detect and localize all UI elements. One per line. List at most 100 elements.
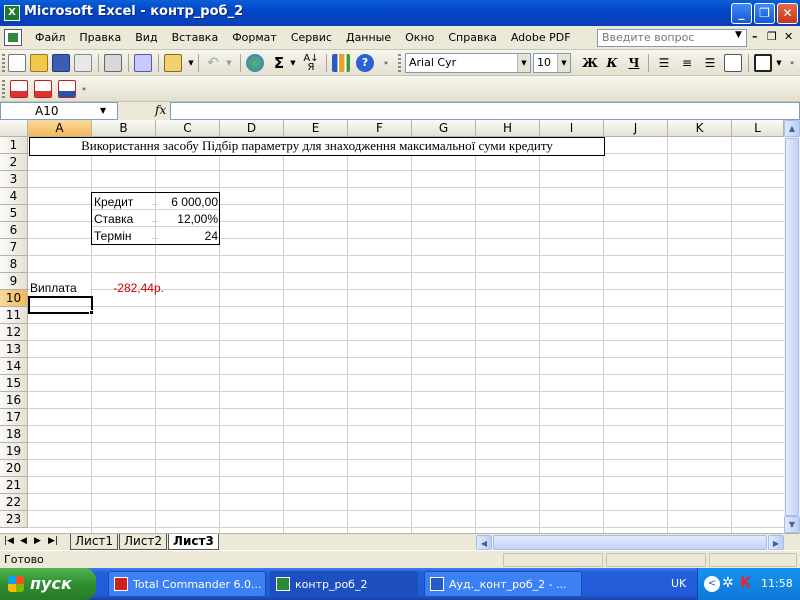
fill-handle[interactable] [89,310,94,315]
vertical-scroll-thumb[interactable] [785,138,799,516]
minimize-button[interactable]: _ [731,3,752,24]
cell-a9[interactable]: Виплата [30,280,90,296]
title-bar[interactable]: X Microsoft Excel - контр_роб_2 _ ❐ ✕ [0,0,800,26]
column-header[interactable]: J [604,120,668,137]
taskbar-item-excel[interactable]: контр_роб_2 [270,571,418,597]
chevron-down-icon[interactable]: ▼ [224,54,234,72]
column-header[interactable]: D [220,120,284,137]
column-header[interactable]: H [476,120,540,137]
vertical-scrollbar[interactable]: ▲ ▼ [784,120,800,533]
row-header[interactable]: 4 [0,188,28,205]
menu-adobe-pdf[interactable]: Adobe PDF [504,26,578,50]
taskbar-item-total-commander[interactable]: Total Commander 6.0... [108,571,266,597]
menu-data[interactable]: Данные [339,26,398,50]
paste-icon[interactable] [164,54,182,72]
column-header[interactable]: C [156,120,220,137]
research-icon[interactable] [134,54,152,72]
menu-insert[interactable]: Вставка [165,26,226,50]
toolbar-options-icon[interactable]: » [382,54,390,72]
sheet-tab-2[interactable]: Лист2 [119,534,168,550]
row-header[interactable]: 2 [0,154,28,171]
active-cell-a10[interactable] [28,296,93,314]
cell-b5[interactable]: Ставка [94,211,152,227]
bold-button[interactable]: Ж [580,54,600,72]
chevron-down-icon[interactable]: ▼ [100,106,106,115]
row-header[interactable]: 1 [0,137,28,154]
scroll-down-icon[interactable]: ▼ [784,516,800,533]
chart-wizard-icon[interactable] [332,54,350,72]
row-header[interactable]: 14 [0,358,28,375]
excel-app-icon[interactable]: X [4,5,20,21]
cell-a1-title[interactable]: Використання засобу Підбір параметру для… [29,137,605,156]
row-header[interactable]: 22 [0,494,28,511]
doc-minimize-button[interactable]: – [752,30,758,43]
antivirus-icon[interactable]: K [740,575,751,591]
cell-c4[interactable]: 6 000,00 [158,194,218,210]
taskbar-item-word[interactable]: Ауд._конт_роб_2 - ... [424,571,582,597]
row-header[interactable]: 18 [0,426,28,443]
menu-file[interactable]: Файл [28,26,72,50]
scroll-left-icon[interactable]: ◀ [476,535,492,550]
scroll-up-icon[interactable]: ▲ [784,120,800,137]
align-right-icon[interactable]: ☰ [700,54,720,72]
menu-view[interactable]: Вид [128,26,164,50]
back-arrow-icon[interactable]: < [704,576,720,592]
borders-icon[interactable] [754,54,772,72]
row-header[interactable]: 21 [0,477,28,494]
font-size-select[interactable]: 10 ▼ [533,53,571,73]
sheet-tab-3[interactable]: Лист3 [168,534,219,550]
align-left-icon[interactable]: ☰ [654,54,674,72]
row-header[interactable]: 17 [0,409,28,426]
start-button[interactable]: пуск [0,568,96,600]
horizontal-scroll-thumb[interactable] [493,535,767,550]
cell-c5[interactable]: 12,00% [158,211,218,227]
row-header[interactable]: 16 [0,392,28,409]
sort-ascending-icon[interactable]: А↓ Я [302,54,320,73]
menu-window[interactable]: Окно [398,26,441,50]
next-sheet-icon[interactable]: ▶ [34,536,41,546]
save-icon[interactable] [52,54,70,72]
row-header[interactable]: 23 [0,511,28,528]
new-document-icon[interactable] [8,54,26,72]
horizontal-scrollbar[interactable]: ◀ ▶ [476,535,784,550]
cell-b4[interactable]: Кредит [94,194,152,210]
row-header[interactable]: 5 [0,205,28,222]
doc-close-button[interactable]: ✕ [784,30,793,43]
print-icon[interactable] [104,54,122,72]
sheet-tab-1[interactable]: Лист1 [70,534,119,550]
menu-format[interactable]: Формат [225,26,284,50]
language-indicator[interactable]: UK [671,568,686,600]
row-header[interactable]: 19 [0,443,28,460]
row-header[interactable]: 8 [0,256,28,273]
select-all-corner[interactable] [0,120,28,137]
prev-sheet-icon[interactable]: ◀ [20,536,27,546]
convert-to-pdf-icon[interactable] [10,80,28,98]
chevron-down-icon[interactable]: ▼ [774,54,784,72]
help-icon[interactable]: ? [356,54,374,72]
row-header[interactable]: 13 [0,341,28,358]
font-name-select[interactable]: Arial Cyr ▼ [405,53,531,73]
help-question-input[interactable]: Введите вопрос [597,29,747,47]
underline-button[interactable]: Ч [624,54,644,72]
last-sheet-icon[interactable]: ▶| [48,536,58,546]
row-header[interactable]: 7 [0,239,28,256]
restore-button[interactable]: ❐ [754,3,775,24]
column-header[interactable]: A [28,120,92,137]
row-header[interactable]: 12 [0,324,28,341]
cell-c6[interactable]: 24 [158,228,218,244]
merge-center-icon[interactable] [724,54,742,72]
row-header[interactable]: 11 [0,307,28,324]
scroll-right-icon[interactable]: ▶ [768,535,784,550]
row-header[interactable]: 3 [0,171,28,188]
column-header[interactable]: E [284,120,348,137]
hyperlink-icon[interactable] [246,54,264,72]
formula-input[interactable] [170,102,800,120]
toolbar-grip[interactable] [398,54,401,72]
permission-icon[interactable] [74,54,92,72]
row-header[interactable]: 15 [0,375,28,392]
pdf-email-icon[interactable] [34,80,52,98]
chevron-down-icon[interactable]: ▼ [735,30,742,40]
toolbar-grip[interactable] [2,54,5,72]
row-header[interactable]: 10 [0,290,28,307]
menu-tools[interactable]: Сервис [284,26,339,50]
